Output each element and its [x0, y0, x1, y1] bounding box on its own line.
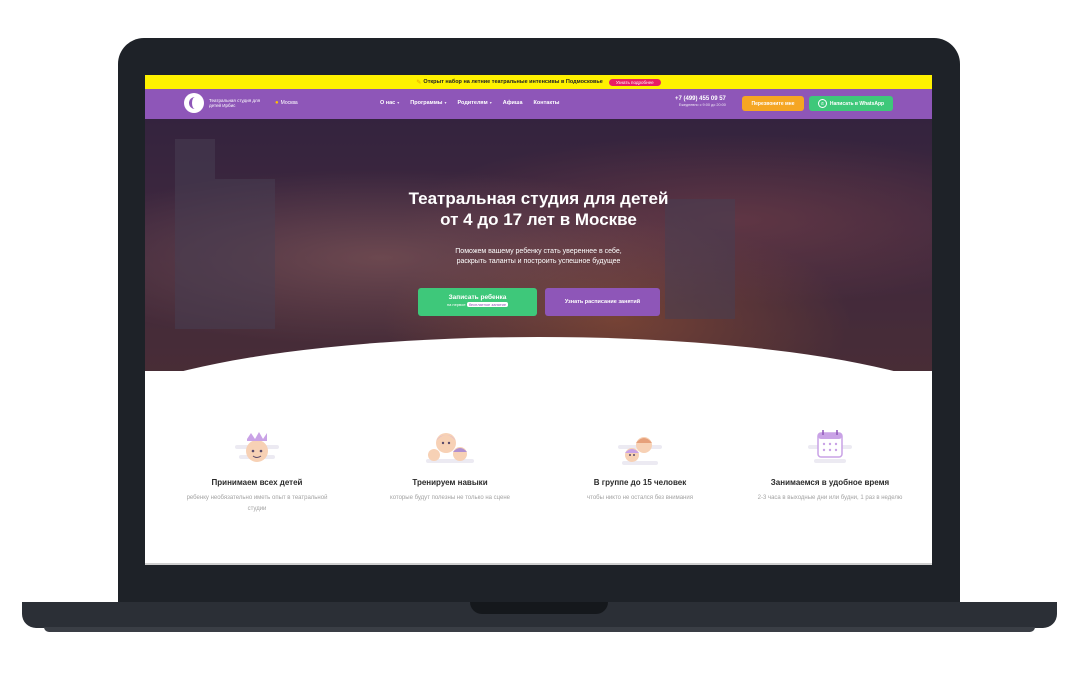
city-selector[interactable]: ● Москва — [275, 100, 298, 106]
chevron-down-icon: ▾ — [444, 100, 447, 105]
feature-group-size: В группе до 15 человек чтобы никто не ос… — [555, 425, 725, 504]
logo-text[interactable]: Театральная студия для детей Ирбис — [209, 98, 269, 108]
enroll-sublabel-prefix: на первое — [446, 302, 466, 307]
callback-button[interactable]: Перезвоните мне — [742, 96, 804, 111]
logo-icon[interactable] — [184, 93, 204, 113]
chevron-down-icon: ▾ — [489, 100, 492, 105]
feature-title: Занимаемся в удобное время — [770, 478, 890, 487]
menu-item-about[interactable]: О нас ▾ — [380, 100, 399, 106]
working-hours: Ежедневно с 9:00 до 20:00 — [678, 103, 726, 107]
screen-bottom-divider — [145, 563, 932, 565]
city-label: Москва — [280, 100, 298, 106]
family-icon — [422, 425, 478, 471]
hero-subtitle-line: раскрыть таланты и построить успешное бу… — [456, 258, 621, 265]
laptop-screen: ✎ Открыт набор на летние театральные инт… — [145, 75, 932, 565]
menu-item-programs[interactable]: Программы ▾ — [410, 100, 446, 106]
menu-label: Программы — [410, 100, 443, 106]
feature-desc: 2-3 часа в выходные дни или будни, 1 раз… — [757, 495, 903, 501]
feature-schedule: Занимаемся в удобное время 2-3 часа в вы… — [745, 425, 915, 504]
feature-title: В группе до 15 человек — [593, 478, 687, 487]
announcement-bar: ✎ Открыт набор на летние театральные инт… — [145, 75, 932, 89]
whatsapp-icon: ✆ — [817, 99, 827, 108]
chevron-down-icon: ▾ — [397, 100, 400, 105]
hero-title-line: Театральная студия для детей — [408, 189, 669, 208]
feature-desc: которые будут полезны не только на сцене — [390, 495, 510, 501]
hero-overlay — [145, 119, 932, 371]
child-crown-icon — [229, 425, 285, 471]
feature-skills: Тренируем навыки которые будут полезны н… — [365, 425, 535, 504]
laptop-base-shadow — [44, 627, 1035, 632]
enroll-sublabel: на первое бесплатное занятие — [418, 302, 537, 307]
announcement-button[interactable]: Узнать подробнее — [608, 78, 661, 86]
megaphone-icon: ✎ — [416, 79, 422, 86]
hero-subtitle: Поможем вашему ребенку стать увереннее в… — [145, 247, 932, 267]
feature-desc: чтобы никто не остался без внимания — [587, 495, 693, 501]
menu-label: Родителям — [457, 100, 488, 106]
phone-block: +7 (499) 455 09 57 Ежедневно с 9:00 до 2… — [675, 96, 726, 107]
menu-item-parents[interactable]: Родителям ▾ — [458, 100, 492, 106]
feature-all-children: Принимаем всех детей ребенку необязатель… — [172, 425, 342, 515]
top-nav: Театральная студия для детей Ирбис ● Мос… — [145, 89, 932, 119]
enroll-label: Записать ребенка — [448, 294, 507, 301]
announcement-text: Открыт набор на летние театральные интен… — [423, 79, 603, 85]
whatsapp-button[interactable]: ✆ Написать в WhatsApp — [809, 96, 893, 111]
enroll-button[interactable]: Записать ребенка на первое бесплатное за… — [418, 288, 537, 316]
location-pin-icon: ● — [275, 100, 279, 106]
phone-number[interactable]: +7 (499) 455 09 57 — [675, 96, 726, 102]
hero-title: Театральная студия для детей от 4 до 17 … — [145, 188, 932, 230]
feature-desc: ребенку необязательно иметь опыт в театр… — [186, 495, 328, 512]
group-icon — [612, 425, 668, 471]
hero-title-line: от 4 до 17 лет в Москве — [440, 210, 637, 229]
menu-label: О нас — [380, 100, 396, 106]
free-lesson-badge: бесплатное занятие — [466, 302, 509, 307]
schedule-button[interactable]: Узнать расписание занятий — [545, 288, 660, 316]
laptop-notch — [470, 602, 608, 614]
hero-section: Театральная студия для детей от 4 до 17 … — [145, 119, 932, 427]
menu-item-contacts[interactable]: Контакты — [534, 100, 560, 106]
feature-title: Принимаем всех детей — [211, 478, 303, 487]
calendar-icon — [802, 425, 858, 471]
menu-item-afisha[interactable]: Афиша — [503, 100, 523, 106]
hero-subtitle-line: Поможем вашему ребенку стать увереннее в… — [455, 248, 622, 255]
main-menu: О нас ▾ Программы ▾ Родителям ▾ Афиша Конта… — [380, 100, 559, 106]
feature-title: Тренируем навыки — [412, 478, 488, 487]
whatsapp-label: Написать в WhatsApp — [829, 100, 885, 107]
